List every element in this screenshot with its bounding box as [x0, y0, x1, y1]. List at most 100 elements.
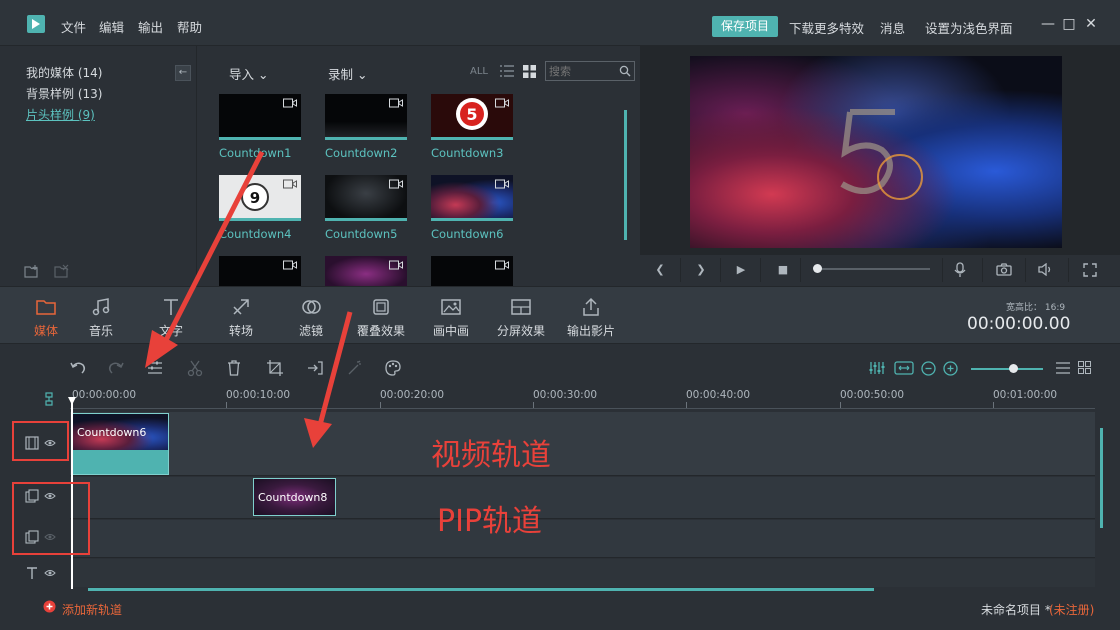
- timeline-horizontal-scrollbar[interactable]: [88, 588, 874, 591]
- snapshot-camera-icon[interactable]: [996, 263, 1012, 276]
- eye-icon[interactable]: [44, 569, 56, 577]
- playback-progress-track[interactable]: [818, 268, 930, 270]
- stop-icon[interactable]: ■: [775, 262, 791, 278]
- search-icon[interactable]: [619, 65, 631, 77]
- import-dropdown[interactable]: 导入 ⌄: [229, 64, 268, 83]
- unregistered-label[interactable]: (未注册): [1049, 601, 1094, 618]
- panel-divider: [196, 46, 197, 286]
- list-view-icon[interactable]: [1056, 362, 1070, 374]
- zoom-slider-handle[interactable]: [1009, 364, 1018, 373]
- menu-file[interactable]: 文件: [61, 17, 86, 36]
- media-thumb-countdown6[interactable]: [431, 175, 513, 221]
- media-thumb-countdown1[interactable]: [219, 94, 301, 140]
- media-thumb-countdown7[interactable]: [219, 256, 301, 286]
- divider: [720, 258, 721, 282]
- media-thumb-countdown5[interactable]: [325, 175, 407, 221]
- media-thumb-countdown3[interactable]: 5: [431, 94, 513, 140]
- status-bar: [0, 592, 1120, 630]
- messages-link[interactable]: 消息: [880, 18, 905, 37]
- text-track[interactable]: [70, 559, 1095, 587]
- media-thumb-countdown8[interactable]: [325, 256, 407, 286]
- countdown-number-graphic: [840, 109, 923, 200]
- adjust-icon[interactable]: [146, 359, 164, 377]
- video-camera-icon: [283, 98, 297, 108]
- remove-folder-icon[interactable]: [54, 264, 70, 278]
- download-effects-link[interactable]: 下载更多特效: [789, 18, 864, 37]
- tool-transition-button[interactable]: 转场: [213, 296, 269, 339]
- microphone-icon[interactable]: [953, 262, 967, 278]
- search-input[interactable]: [546, 62, 616, 80]
- tool-overlay-button[interactable]: 覆叠效果: [353, 296, 409, 339]
- divider: [680, 258, 681, 282]
- grid-view-icon[interactable]: [1078, 361, 1091, 374]
- add-folder-icon[interactable]: [24, 264, 40, 278]
- video-camera-icon: [389, 98, 403, 108]
- tool-media-button[interactable]: 媒体: [18, 296, 74, 339]
- tool-filter-button[interactable]: 滤镜: [283, 296, 339, 339]
- ruler-tick: [840, 402, 841, 408]
- clip-label: Countdown8: [258, 491, 328, 504]
- zoom-out-icon[interactable]: [921, 361, 936, 376]
- save-project-button[interactable]: 保存项目: [712, 16, 778, 37]
- audio-mixer-icon[interactable]: [868, 361, 888, 375]
- timeline-clip-countdown8[interactable]: Countdown8: [253, 478, 336, 516]
- crop-icon[interactable]: [266, 359, 284, 377]
- tool-text-button[interactable]: 文字: [143, 296, 199, 339]
- redo-icon[interactable]: [107, 359, 125, 377]
- cut-icon[interactable]: [186, 359, 204, 377]
- play-icon[interactable]: ▶: [733, 262, 749, 278]
- maximize-icon[interactable]: □: [1061, 16, 1077, 32]
- menu-help[interactable]: 帮助: [177, 17, 202, 36]
- media-bin-scrollbar[interactable]: [624, 110, 627, 240]
- volume-icon[interactable]: [1038, 263, 1054, 276]
- undo-icon[interactable]: [69, 359, 87, 377]
- magic-wand-icon[interactable]: [346, 359, 364, 377]
- ruler-tick-label: 00:01:00:00: [993, 389, 1058, 401]
- detach-icon[interactable]: [306, 359, 324, 377]
- playback-progress-handle[interactable]: [813, 264, 822, 273]
- ruler-tick: [380, 402, 381, 408]
- media-label: Countdown6: [431, 227, 504, 241]
- video-track[interactable]: [70, 412, 1095, 476]
- view-all-toggle[interactable]: ALL: [470, 66, 488, 77]
- timeline-vertical-scrollbar[interactable]: [1100, 428, 1103, 528]
- media-thumb-countdown4[interactable]: 9: [219, 175, 301, 221]
- zoom-slider-track[interactable]: [971, 368, 1043, 370]
- pip-track-2[interactable]: [70, 520, 1095, 558]
- record-dropdown[interactable]: 录制 ⌄: [328, 64, 367, 83]
- prev-frame-icon[interactable]: ❯: [693, 262, 709, 278]
- fullscreen-icon[interactable]: [1083, 263, 1097, 277]
- list-view-icon[interactable]: [500, 65, 514, 77]
- video-camera-icon: [283, 260, 297, 270]
- add-track-button[interactable]: 添加新轨道: [62, 601, 122, 618]
- ruler-tick-label: 00:00:20:00: [380, 389, 445, 401]
- grid-view-icon[interactable]: [523, 65, 536, 78]
- media-thumb-countdown2[interactable]: [325, 94, 407, 140]
- search-field[interactable]: [545, 61, 635, 81]
- close-icon[interactable]: ✕: [1083, 16, 1099, 32]
- fit-timeline-icon[interactable]: [894, 361, 914, 375]
- library-my-media[interactable]: 我的媒体 (14): [26, 64, 102, 81]
- timeline-clip-countdown6[interactable]: Countdown6: [72, 413, 169, 475]
- tool-pip-button[interactable]: 画中画: [423, 296, 479, 339]
- pip-track-1[interactable]: [70, 477, 1095, 519]
- color-palette-icon[interactable]: [384, 359, 402, 377]
- tool-split-button[interactable]: 分屏效果: [493, 296, 549, 339]
- menu-edit[interactable]: 编辑: [99, 17, 124, 36]
- menu-export[interactable]: 输出: [138, 17, 163, 36]
- minimize-icon[interactable]: —: [1040, 16, 1056, 32]
- tool-music-button[interactable]: 音乐: [73, 296, 129, 339]
- collapse-arrow-icon[interactable]: ←: [175, 65, 191, 81]
- light-theme-link[interactable]: 设置为浅色界面: [925, 18, 1013, 37]
- media-thumb-countdown9[interactable]: [431, 256, 513, 286]
- tool-export-button[interactable]: 输出影片: [563, 296, 619, 339]
- library-backgrounds[interactable]: 背景样例 (13): [26, 85, 102, 102]
- delete-icon[interactable]: [225, 359, 243, 377]
- skip-back-icon[interactable]: ❮: [652, 262, 668, 278]
- video-camera-icon: [495, 179, 509, 189]
- snap-icon[interactable]: [44, 392, 54, 406]
- library-intros[interactable]: 片头样例 (9): [26, 106, 95, 123]
- countdown-dial-icon: 9: [241, 183, 269, 211]
- add-circle-icon[interactable]: [43, 600, 56, 613]
- zoom-in-icon[interactable]: [943, 361, 958, 376]
